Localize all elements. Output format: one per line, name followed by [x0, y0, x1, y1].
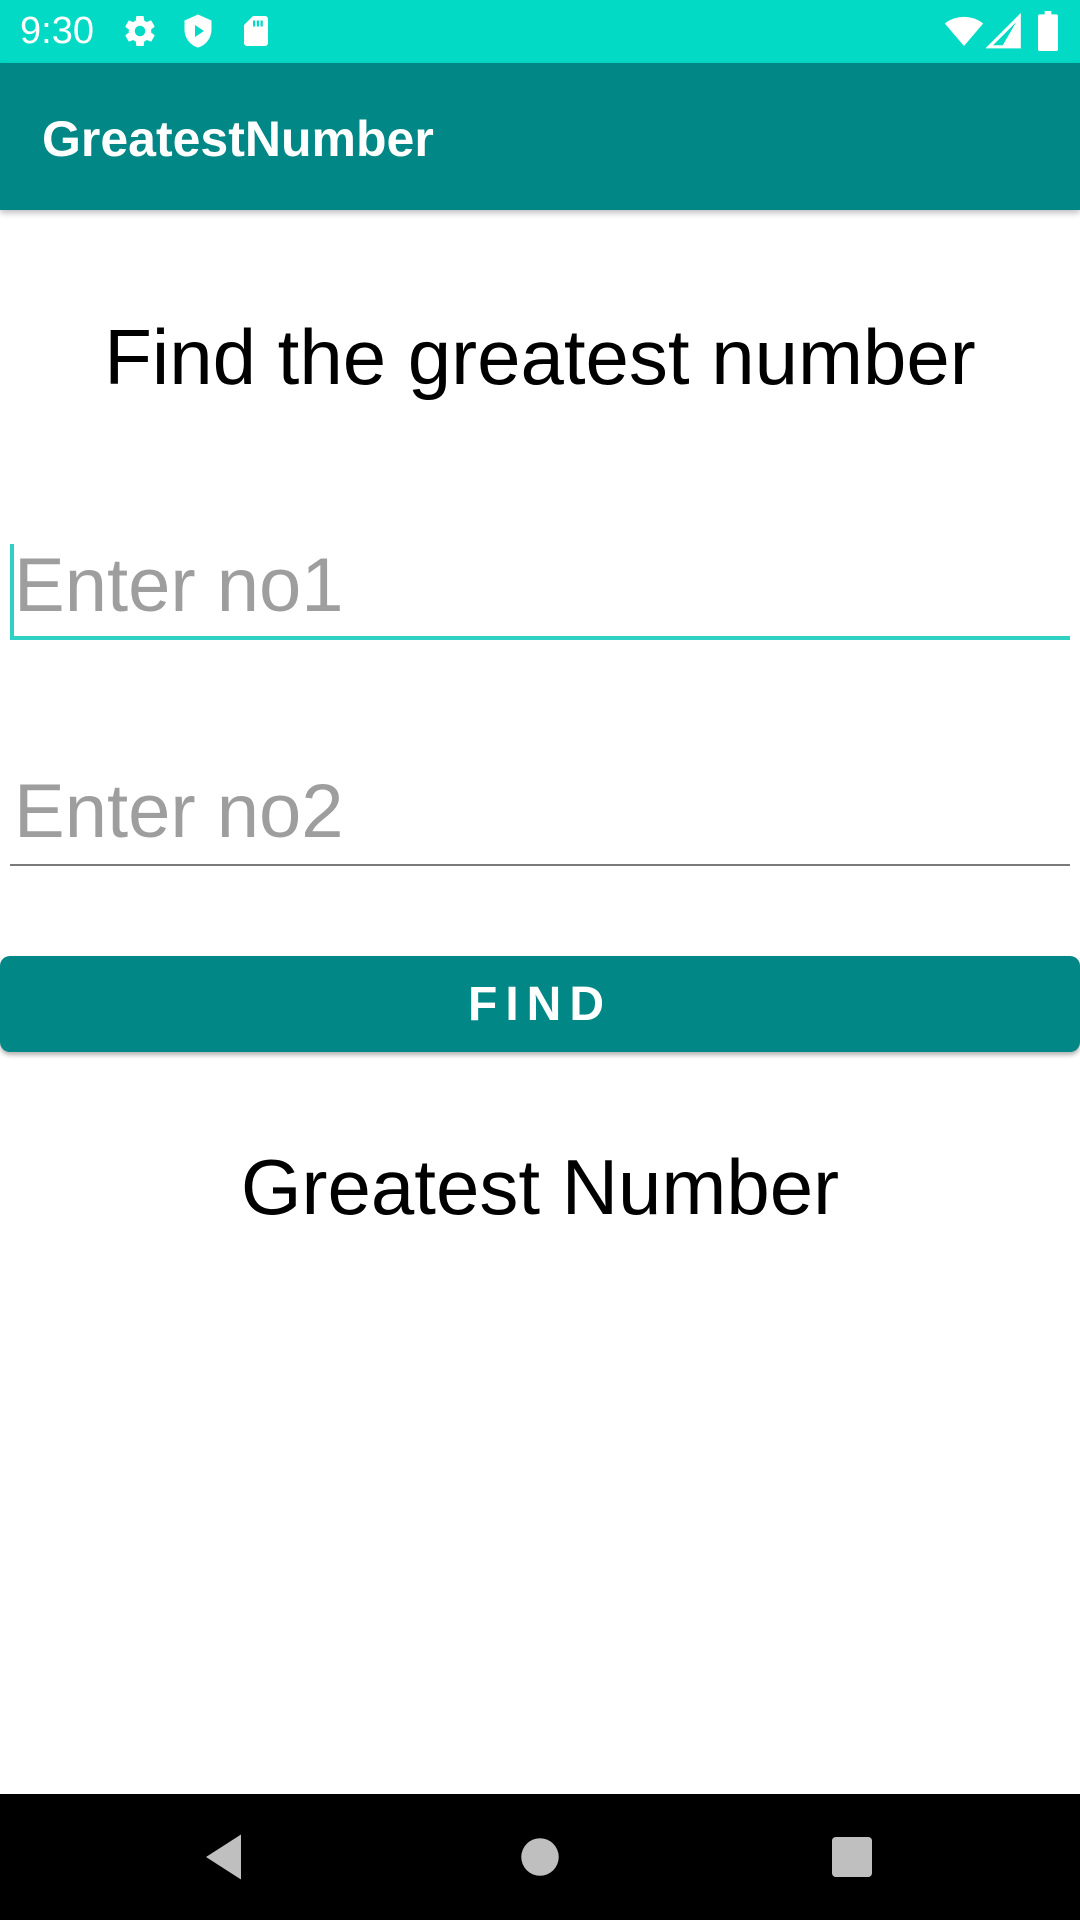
recents-icon[interactable]	[822, 1827, 882, 1887]
shield-play-icon	[180, 13, 216, 49]
app-title: GreatestNumber	[42, 111, 434, 167]
number1-field[interactable]	[10, 530, 1070, 640]
nav-bar	[0, 1794, 1080, 1920]
page-heading: Find the greatest number	[104, 313, 976, 401]
number2-field[interactable]	[10, 756, 1070, 866]
status-bar: 9:30	[0, 0, 1080, 63]
sd-card-icon	[238, 13, 274, 49]
number1-input[interactable]	[10, 530, 1070, 640]
number2-input[interactable]	[10, 756, 1070, 866]
text-cursor	[10, 544, 14, 640]
result-text: Greatest Number	[240, 1143, 840, 1231]
signal-icon	[986, 12, 1024, 50]
wifi-icon	[944, 11, 984, 51]
battery-icon	[1034, 11, 1062, 51]
screen: 9:30 GreatestNumber Find the greatest nu…	[0, 0, 1080, 1920]
gear-icon	[122, 13, 158, 49]
back-icon[interactable]	[196, 1827, 256, 1887]
status-time: 9:30	[20, 10, 94, 52]
app-bar: GreatestNumber	[0, 63, 1080, 210]
find-button[interactable]: FIND	[0, 956, 1080, 1052]
number1-underline	[10, 636, 1070, 640]
home-icon[interactable]	[510, 1827, 570, 1887]
number2-underline	[10, 864, 1070, 866]
